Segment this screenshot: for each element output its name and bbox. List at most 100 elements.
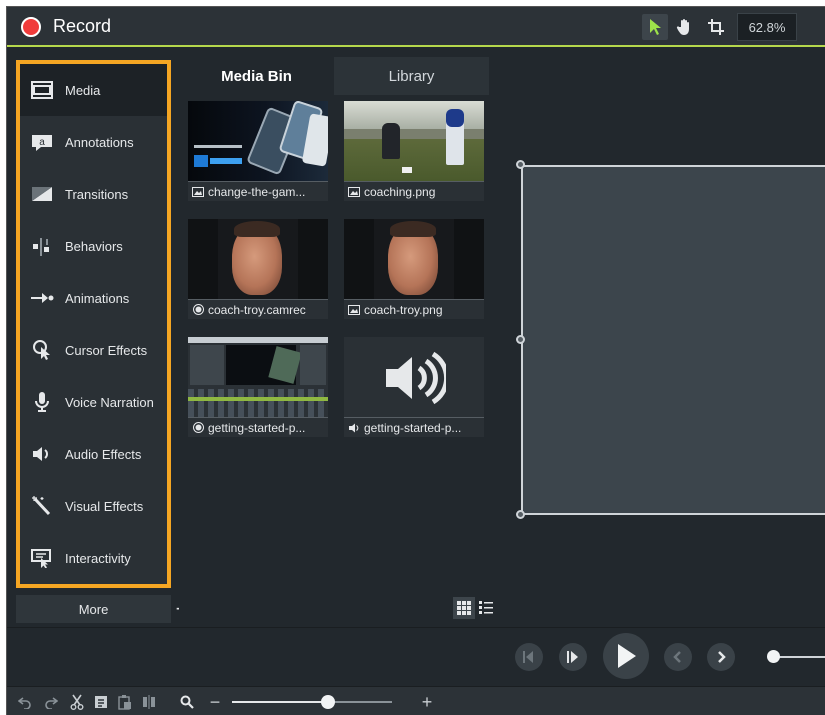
image-file-icon: [348, 304, 360, 315]
zoom-magnifier-icon: [179, 694, 195, 710]
sidebar-item-annotations[interactable]: a Annotations: [20, 116, 167, 168]
zoom-out-button[interactable]: −: [207, 693, 223, 711]
record-button-label[interactable]: Record: [53, 16, 111, 37]
camtasia-window: Record 62.8% Media a Annotations Transit…: [6, 6, 825, 715]
sidebar-item-label: Visual Effects: [65, 498, 144, 514]
speaker-icon: [29, 443, 55, 465]
zoom-in-button[interactable]: +: [419, 693, 435, 711]
sidebar-item-label: Behaviors: [65, 238, 123, 254]
transition-icon: [29, 183, 55, 205]
playback-scrubber-handle[interactable]: [767, 650, 780, 663]
canvas-preview[interactable]: [521, 165, 825, 515]
grid-view-icon[interactable]: [453, 597, 475, 619]
media-thumbnail: [188, 219, 328, 299]
sidebar-item-transitions[interactable]: Transitions: [20, 168, 167, 220]
record-icon[interactable]: [21, 17, 41, 37]
paste-icon[interactable]: [117, 694, 133, 710]
microphone-icon: [29, 391, 55, 413]
sidebar-item-label: Audio Effects: [65, 446, 142, 462]
media-bin-panel: Media Bin Library change-the-gam... coac…: [179, 47, 496, 627]
play-icon[interactable]: [603, 633, 649, 679]
zoom-level-field[interactable]: 62.8%: [737, 13, 797, 41]
timeline-zoom-handle[interactable]: [321, 695, 335, 709]
media-item-caption-row: change-the-gam...: [188, 181, 328, 201]
film-strip-icon: [29, 79, 55, 101]
sidebar-item-animations[interactable]: Animations: [20, 272, 167, 324]
previous-marker-icon[interactable]: [664, 643, 692, 671]
canvas-area: [496, 47, 825, 627]
sidebar-item-label: Media: [65, 82, 101, 98]
sidebar-item-label: Cursor Effects: [65, 342, 148, 358]
media-item-getting-started-recording[interactable]: getting-started-p...: [188, 337, 328, 437]
media-item-caption: coaching.png: [364, 184, 436, 199]
image-file-icon: [192, 186, 204, 197]
sidebar-item-interactivity[interactable]: Interactivity: [20, 532, 167, 584]
interactivity-icon: [29, 547, 55, 569]
media-item-caption: change-the-gam...: [208, 184, 306, 199]
media-item-coach-troy-camrec[interactable]: coach-troy.camrec: [188, 219, 328, 319]
media-item-change-the-game[interactable]: change-the-gam...: [188, 101, 328, 201]
media-thumbnail: [188, 101, 328, 181]
sidebar-item-label: Interactivity: [65, 550, 131, 566]
media-thumbnail: [344, 219, 484, 299]
sidebar-item-cursor-effects[interactable]: Cursor Effects: [20, 324, 167, 376]
copy-icon[interactable]: [93, 694, 109, 710]
sidebar-item-label: Annotations: [65, 134, 134, 150]
media-item-caption-row: getting-started-p...: [188, 417, 328, 437]
sidebar-item-label: Animations: [65, 290, 130, 306]
playback-controls: [7, 628, 825, 679]
sidebar-item-behaviors[interactable]: Behaviors: [20, 220, 167, 272]
sidebar-item-visual-effects[interactable]: Visual Effects: [20, 480, 167, 532]
media-item-coaching[interactable]: coaching.png: [344, 101, 484, 201]
media-item-caption-row: coaching.png: [344, 181, 484, 201]
callout-icon: a: [29, 131, 55, 153]
media-item-caption-row: coach-troy.camrec: [188, 299, 328, 319]
hand-pan-icon[interactable]: [672, 14, 698, 40]
list-view-icon[interactable]: [475, 597, 497, 619]
top-toolbar: Record 62.8%: [7, 7, 825, 47]
resize-handle[interactable]: [516, 335, 525, 344]
behaviors-icon: [29, 235, 55, 257]
tools-panel: Media a Annotations Transitions Behavior…: [16, 60, 171, 588]
media-item-caption: coach-troy.camrec: [208, 302, 306, 317]
magic-wand-icon: [29, 495, 55, 517]
tab-library[interactable]: Library: [334, 57, 489, 95]
resize-handle[interactable]: [516, 160, 525, 169]
media-item-caption-row: coach-troy.png: [344, 299, 484, 319]
timeline-zoom-slider[interactable]: [232, 695, 392, 709]
tab-media-bin[interactable]: Media Bin: [179, 57, 334, 95]
media-thumbnail: [344, 101, 484, 181]
timeline-toolbar: − +: [7, 686, 825, 715]
more-button[interactable]: More: [16, 595, 171, 623]
select-arrow-icon[interactable]: [642, 14, 668, 40]
step-forward-icon[interactable]: [559, 643, 587, 671]
audio-file-icon: [348, 423, 360, 433]
audio-waveform-icon: [386, 351, 446, 405]
sidebar-item-voice-narration[interactable]: Voice Narration: [20, 376, 167, 428]
cursor-effect-icon: [29, 339, 55, 361]
media-item-coach-troy-png[interactable]: coach-troy.png: [344, 219, 484, 319]
animation-arrow-icon: [29, 287, 55, 309]
crop-icon[interactable]: [703, 14, 729, 40]
step-back-icon[interactable]: [515, 643, 543, 671]
media-item-caption: getting-started-p...: [364, 420, 462, 435]
recording-file-icon: [192, 422, 204, 433]
media-thumbnail: [344, 337, 484, 417]
resize-handle[interactable]: [516, 510, 525, 519]
cut-icon[interactable]: [69, 694, 85, 710]
undo-icon[interactable]: [17, 694, 33, 710]
media-thumbnail: [188, 337, 328, 417]
redo-icon[interactable]: [43, 694, 59, 710]
recording-file-icon: [192, 304, 204, 315]
sidebar-item-label: Voice Narration: [65, 394, 154, 410]
timeline-zoom-fill: [232, 701, 328, 703]
image-file-icon: [348, 186, 360, 197]
media-item-getting-started-audio[interactable]: getting-started-p...: [344, 337, 484, 437]
next-marker-icon[interactable]: [707, 643, 735, 671]
sidebar-item-label: Transitions: [65, 186, 129, 202]
split-icon[interactable]: [141, 694, 157, 710]
sidebar-item-media[interactable]: Media: [20, 64, 167, 116]
sidebar-item-audio-effects[interactable]: Audio Effects: [20, 428, 167, 480]
media-item-caption: getting-started-p...: [208, 420, 306, 435]
svg-text:a: a: [39, 137, 45, 148]
